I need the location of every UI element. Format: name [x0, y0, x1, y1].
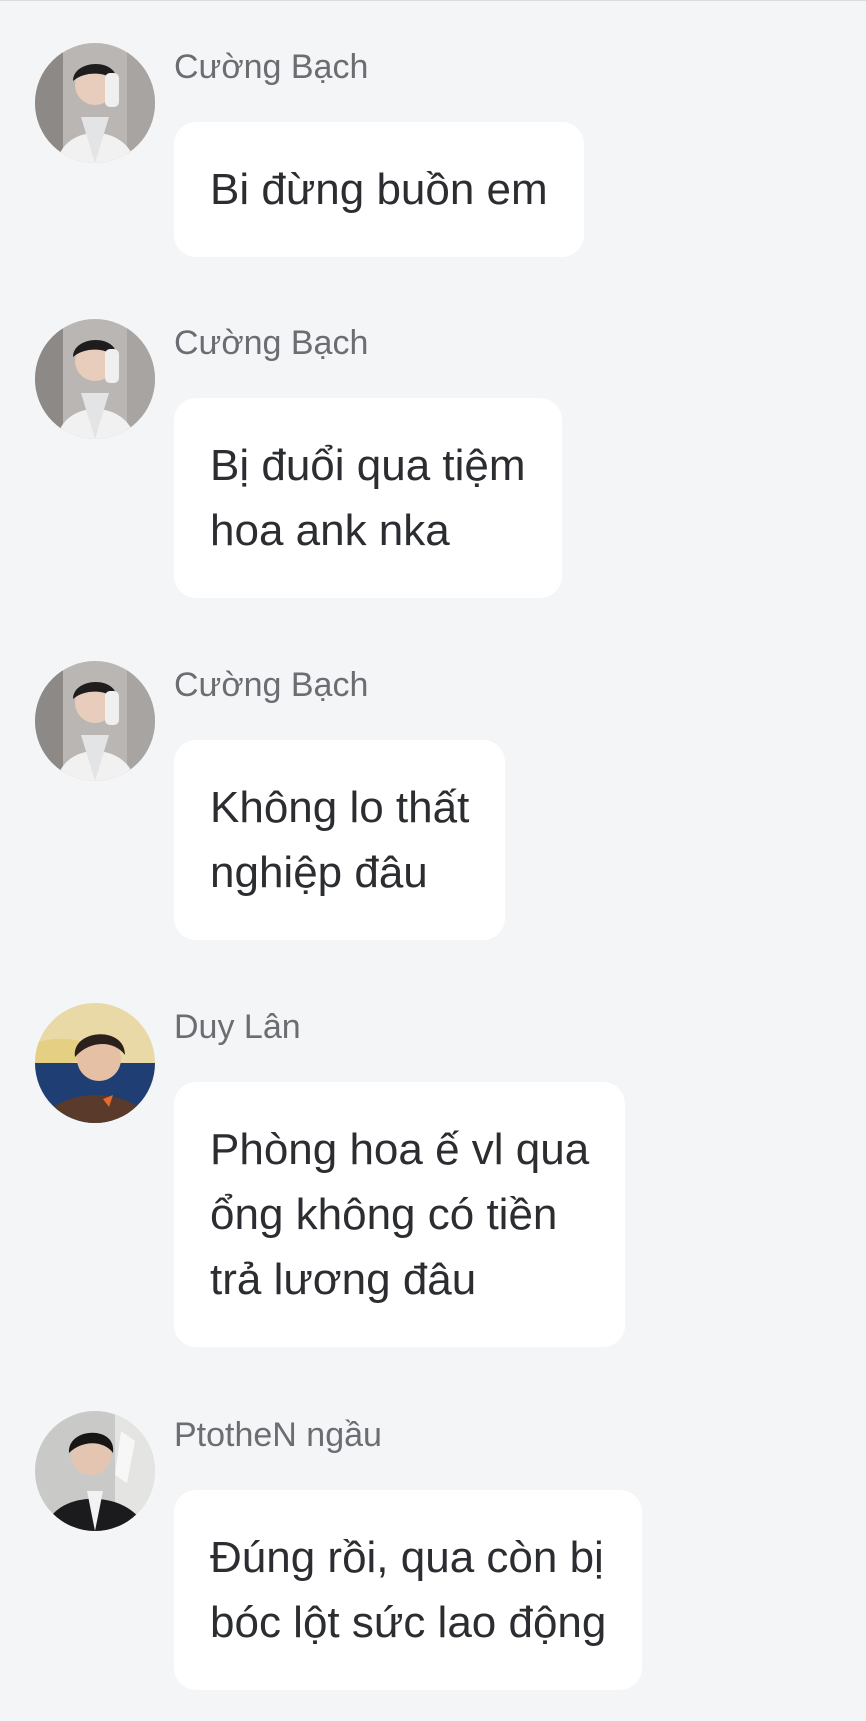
- message-text-line: Phòng hoa ế vl qua: [210, 1125, 590, 1174]
- message-bubble[interactable]: Phòng hoa ế vl qua ổng không có tiền trả…: [174, 1082, 626, 1347]
- avatar-ptothen-icon[interactable]: [35, 1411, 155, 1531]
- message-text-line: Bị đuổi qua tiệm: [210, 441, 526, 490]
- message-bubble[interactable]: Không lo thất nghiệp đâu: [174, 740, 506, 940]
- message-item: Cường Bạch Không lo thất nghiệp đâu: [0, 661, 866, 946]
- message-bubble[interactable]: Đúng rồi, qua còn bị bóc lột sức lao độn…: [174, 1490, 643, 1690]
- message-item: Cường Bạch Bi đừng buồn em: [0, 43, 866, 263]
- message-text-line: Đúng rồi, qua còn bị: [210, 1533, 604, 1582]
- sender-name: Cường Bạch: [174, 48, 369, 86]
- message-item: Duy Lân Phòng hoa ế vl qua ổng không có …: [0, 1003, 866, 1353]
- avatar-cuong-bach-icon[interactable]: [35, 661, 155, 781]
- top-divider: [0, 0, 866, 1]
- message-text-line: bóc lột sức lao động: [210, 1598, 607, 1647]
- avatar-cuong-bach-icon[interactable]: [35, 319, 155, 439]
- message-text-line: nghiệp đâu: [210, 848, 428, 897]
- message-item: PtotheN ngầu Đúng rồi, qua còn bị bóc lộ…: [0, 1411, 866, 1696]
- message-text-line: Bi đừng buồn em: [210, 165, 548, 214]
- message-bubble[interactable]: Bị đuổi qua tiệm hoa ank nka: [174, 398, 562, 598]
- avatar-duy-lan-icon[interactable]: [35, 1003, 155, 1123]
- sender-name: Duy Lân: [174, 1008, 301, 1046]
- sender-name: PtotheN ngầu: [174, 1416, 382, 1454]
- sender-name: Cường Bạch: [174, 666, 369, 704]
- sender-name: Cường Bạch: [174, 324, 369, 362]
- avatar-cuong-bach-icon[interactable]: [35, 43, 155, 163]
- message-bubble[interactable]: Bi đừng buồn em: [174, 122, 584, 257]
- message-text-line: Không lo thất: [210, 783, 470, 832]
- message-text-line: hoa ank nka: [210, 506, 450, 555]
- message-text-line: ổng không có tiền: [210, 1190, 558, 1239]
- message-text-line: trả lương đâu: [210, 1255, 477, 1304]
- message-item: Cường Bạch Bị đuổi qua tiệm hoa ank nka: [0, 319, 866, 604]
